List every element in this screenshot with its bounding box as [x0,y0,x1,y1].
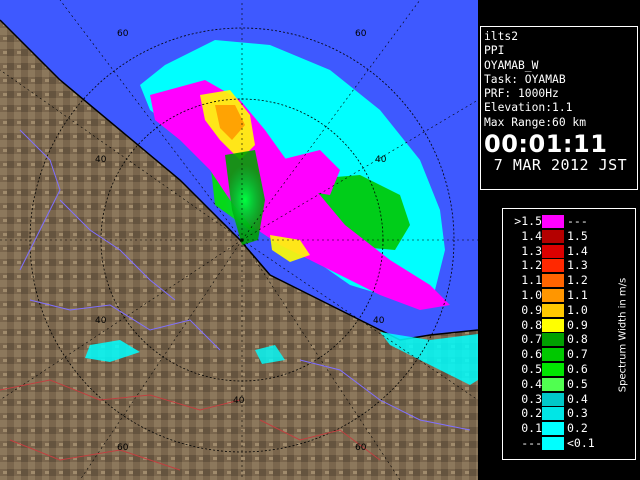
legend-label-lower: 1.1 [521,273,542,288]
legend-swatch [542,333,564,347]
task-name: Task: OYAMAB [484,72,566,86]
range-label: 60 [117,443,129,453]
max-range-value: Max Range:60 km [484,115,587,129]
color-legend: >1.5 --- 1.4 1.5 1.3 1.4 1.2 1.3 1.1 1.2 1.0 1.1 0.9… [502,208,636,460]
legend-label-lower: 0.8 [521,317,542,332]
legend-swatch [542,303,564,317]
legend-row: 1.1 1.2 [506,273,606,288]
legend-label-upper: 0.7 [567,347,588,362]
legend-row: 1.2 1.3 [506,258,606,273]
legend-swatch [542,215,564,228]
legend-label-lower: 1.2 [521,258,542,273]
range-label: 60 [355,443,367,453]
legend-label-upper: 1.0 [567,302,588,317]
legend-label-lower: 0.4 [521,376,542,391]
weather-echo-glow [225,165,265,235]
legend-label-lower: 0.6 [521,347,542,362]
range-label: 60 [117,29,129,39]
legend-label-lower: 1.4 [521,228,542,243]
legend-row: 0.8 0.9 [506,318,606,333]
legend-row: 0.7 0.8 [506,332,606,347]
legend-row: 0.4 0.5 [506,377,606,392]
legend-swatch [542,377,564,391]
legend-swatch [542,229,564,243]
legend-label-lower: 1.3 [521,243,542,258]
legend-row: 0.5 0.6 [506,362,606,377]
legend-label-upper: 1.4 [567,243,588,258]
legend-label-upper: <0.1 [567,435,595,450]
range-label: 40 [95,316,107,326]
radar-name: ilts2 [484,30,519,43]
legend-row: 1.0 1.1 [506,288,606,303]
legend-swatch [542,436,564,450]
legend-label-upper: 0.5 [567,376,588,391]
range-label: 40 [233,396,245,406]
legend-swatch [542,259,564,273]
legend-label-upper: 0.8 [567,332,588,347]
legend-swatch [542,362,564,376]
legend-swatch [542,274,564,288]
legend-row: 0.6 0.7 [506,347,606,362]
legend-label-upper: 0.4 [567,391,588,406]
range-label: 40 [373,316,385,326]
scan-date: 7 MAR 2012 JST [493,156,628,175]
legend-label-upper: 0.6 [567,361,588,376]
legend-swatch [542,392,564,406]
product-name: OYAMAB_W [484,58,539,72]
legend-swatch [542,244,564,258]
legend-row: 0.1 0.2 [506,421,606,436]
legend-label-lower: 0.3 [521,391,542,406]
elevation-value: Elevation:1.1 [484,101,573,115]
legend-label-lower: --- [521,435,542,450]
legend-label-lower: 0.9 [521,302,542,317]
scan-time: 00:01:11 [484,130,608,159]
scan-info-panel: ilts2 PPI OYAMAB_W Task: OYAMAB PRF: 100… [480,26,638,190]
legend-label-lower: 0.5 [521,361,542,376]
legend-swatch [542,288,564,302]
legend-swatch [542,318,564,332]
legend-swatch [542,407,564,421]
legend-label-upper: 0.9 [567,317,588,332]
legend-row: --- <0.1 [506,436,606,451]
legend-label-upper: 1.5 [567,228,588,243]
legend-label-upper: 1.1 [567,287,588,302]
legend-row: >1.5 --- [506,214,606,229]
range-label: 60 [355,29,367,39]
prf-value: PRF: 1000Hz [484,87,559,101]
legend-label-upper: 0.3 [567,406,588,421]
legend-row: 1.3 1.4 [506,244,606,259]
legend-row: 0.9 1.0 [506,303,606,318]
scan-mode: PPI [484,44,505,58]
legend-label-lower: 0.2 [521,406,542,421]
range-label: 40 [95,155,107,165]
legend-row: 0.3 0.4 [506,392,606,407]
legend-title: Spectrum Width in m/s [617,277,629,393]
legend-label-lower: >1.5 [514,214,542,228]
legend-label-upper: 0.2 [567,421,588,436]
legend-swatch [542,348,564,362]
legend-label-upper: 1.3 [567,258,588,273]
legend-label-lower: 0.1 [521,421,542,436]
radar-ppi-display: 60 60 40 40 40 40 60 60 40 [0,0,478,480]
legend-row: 1.4 1.5 [506,229,606,244]
legend-row: 0.2 0.3 [506,406,606,421]
legend-label-lower: 1.0 [521,287,542,302]
range-label: 40 [375,155,387,165]
legend-rows: >1.5 --- 1.4 1.5 1.3 1.4 1.2 1.3 1.1 1.2 1.0 1.1 0.9… [506,214,606,451]
legend-label-upper: --- [567,214,588,228]
legend-label-lower: 0.7 [521,332,542,347]
legend-label-upper: 1.2 [567,273,588,288]
legend-swatch [542,422,564,436]
